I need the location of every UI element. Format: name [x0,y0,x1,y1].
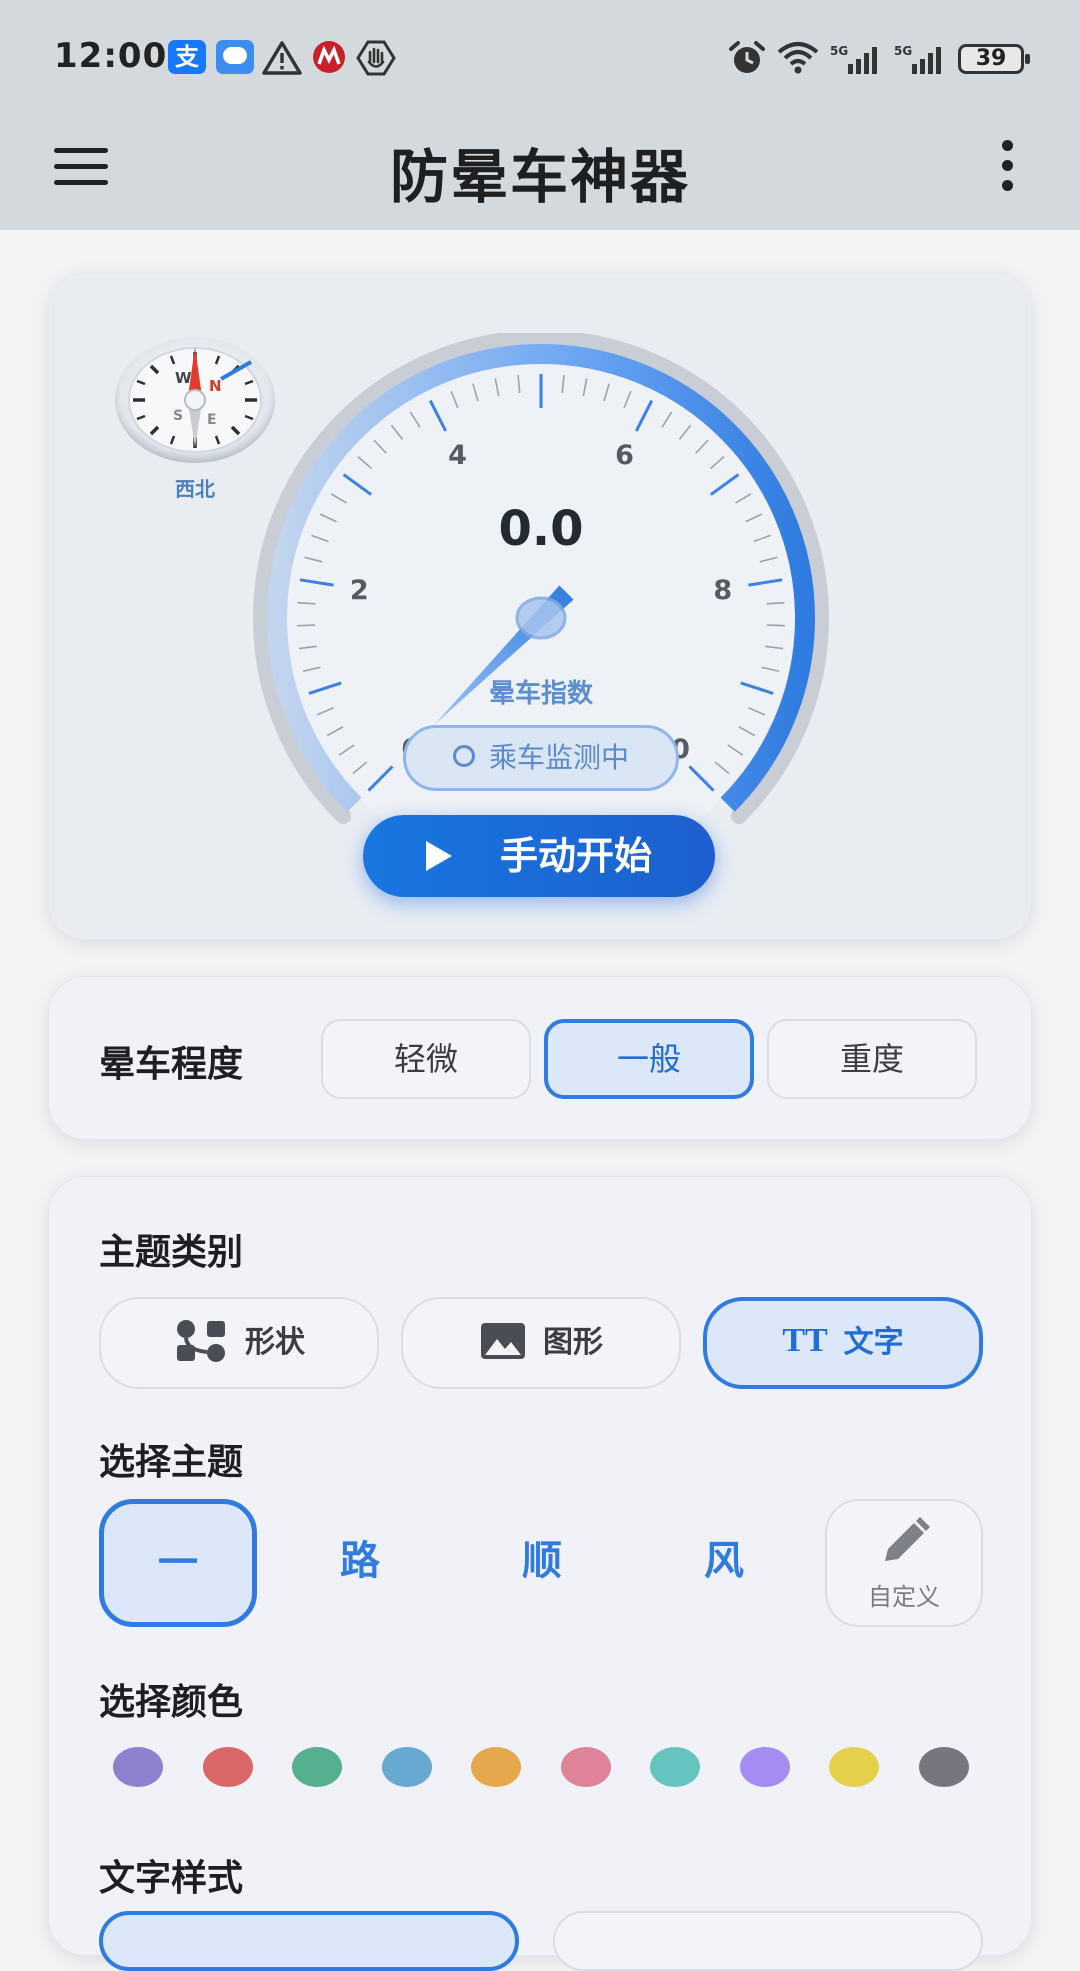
svg-text:5G: 5G [894,44,912,58]
hand-icon [356,40,396,76]
compass-letter-n: N [209,377,222,395]
compass-letter-w: W [175,369,192,387]
alarm-icon [729,41,765,73]
theme-card: 主题类别 形状 图形 TT 文字 选择主题 一 路 顺 风 自定义 选择颜色 文字… [48,1176,1032,1971]
warning-icon [262,41,302,75]
color-swatch[interactable] [560,1747,611,1787]
theme-option-lu[interactable]: 路 [281,1499,439,1627]
color-swatch[interactable] [829,1747,879,1787]
bank-icon [313,41,345,73]
compass-letter-e: E [207,412,217,428]
gauge-tick-label: 2 [350,575,369,606]
gauge-card: W N S E 西北 0246810 0.0 晕车指数 乘车监测中 [48,272,1032,940]
color-swatch[interactable] [292,1747,342,1787]
color-swatch[interactable] [739,1747,790,1787]
battery-icon: 39 [958,44,1030,74]
category-text-label: 文字 [843,1325,904,1360]
play-icon [425,840,452,871]
theme-custom-button[interactable]: 自定义 [825,1499,983,1627]
message-icon [216,40,254,74]
status-time: 12:00 [54,36,168,76]
gauge-minor-tick [766,624,785,627]
signal-5g-icon: 5G [830,44,877,74]
color-swatch[interactable] [650,1747,700,1787]
gauge-value: 0.0 [498,501,584,557]
page-title: 防晕车神器 [389,143,690,211]
category-text-button[interactable]: TT 文字 [703,1297,983,1389]
level-option-normal[interactable]: 一般 [544,1019,754,1099]
theme-option-shun[interactable]: 顺 [463,1499,621,1627]
category-shape-button[interactable]: 形状 [99,1297,379,1389]
monitor-icon [452,745,475,767]
theme-option-feng[interactable]: 风 [645,1499,803,1627]
select-theme-title: 选择主题 [99,1442,244,1483]
level-option-mild[interactable]: 轻微 [321,1019,531,1099]
select-color-title: 选择颜色 [99,1682,244,1723]
level-option-severe[interactable]: 重度 [767,1019,977,1099]
gauge-tick-label: 6 [615,440,634,471]
wifi-icon [777,42,819,74]
color-swatch[interactable] [202,1747,253,1787]
color-swatch[interactable] [471,1747,521,1787]
pencil-icon [885,1517,930,1561]
gauge-needle-hub [515,596,567,640]
category-image-button[interactable]: 图形 [401,1297,681,1389]
gauge-minor-tick [297,624,316,627]
color-swatch[interactable] [381,1747,432,1787]
monitoring-status-badge: 乘车监测中 [403,725,679,791]
category-image-label: 图形 [543,1325,603,1360]
signal-5g-icon: 5G [894,44,941,74]
app-bar: 防晕车神器 [0,110,1080,230]
text-style-option[interactable] [553,1911,983,1971]
status-bar: 12:00 支 5G 5G 39 [0,0,1080,110]
shapes-icon [177,1319,225,1362]
gauge-tick-label: 4 [448,440,467,471]
theme-custom-label: 自定义 [868,1583,940,1611]
alipay-icon: 支 [168,40,206,74]
manual-start-button[interactable]: 手动开始 [363,815,715,897]
monitoring-status-text: 乘车监测中 [488,741,629,774]
color-swatch[interactable] [113,1747,163,1787]
gauge-tick-label: 8 [713,575,732,606]
svg-text:5G: 5G [830,44,848,58]
category-shape-label: 形状 [245,1325,305,1360]
sickness-level-title: 晕车程度 [99,1044,244,1085]
text-fields-icon: TT [782,1321,828,1359]
gauge-minor-tick [766,601,785,605]
text-style-option-selected[interactable] [99,1911,519,1971]
theme-option-yi[interactable]: 一 [99,1499,257,1627]
manual-start-label: 手动开始 [499,834,652,878]
gauge-label: 晕车指数 [488,679,593,709]
color-swatch[interactable] [918,1747,969,1787]
sickness-level-card: 晕车程度 轻微 一般 重度 [48,976,1032,1140]
text-style-title: 文字样式 [99,1858,244,1899]
compass-letter-s: S [173,408,183,424]
theme-category-title: 主题类别 [99,1232,244,1273]
image-icon [481,1322,525,1359]
more-vert-icon[interactable] [996,140,1020,196]
gauge-minor-tick [297,601,316,605]
